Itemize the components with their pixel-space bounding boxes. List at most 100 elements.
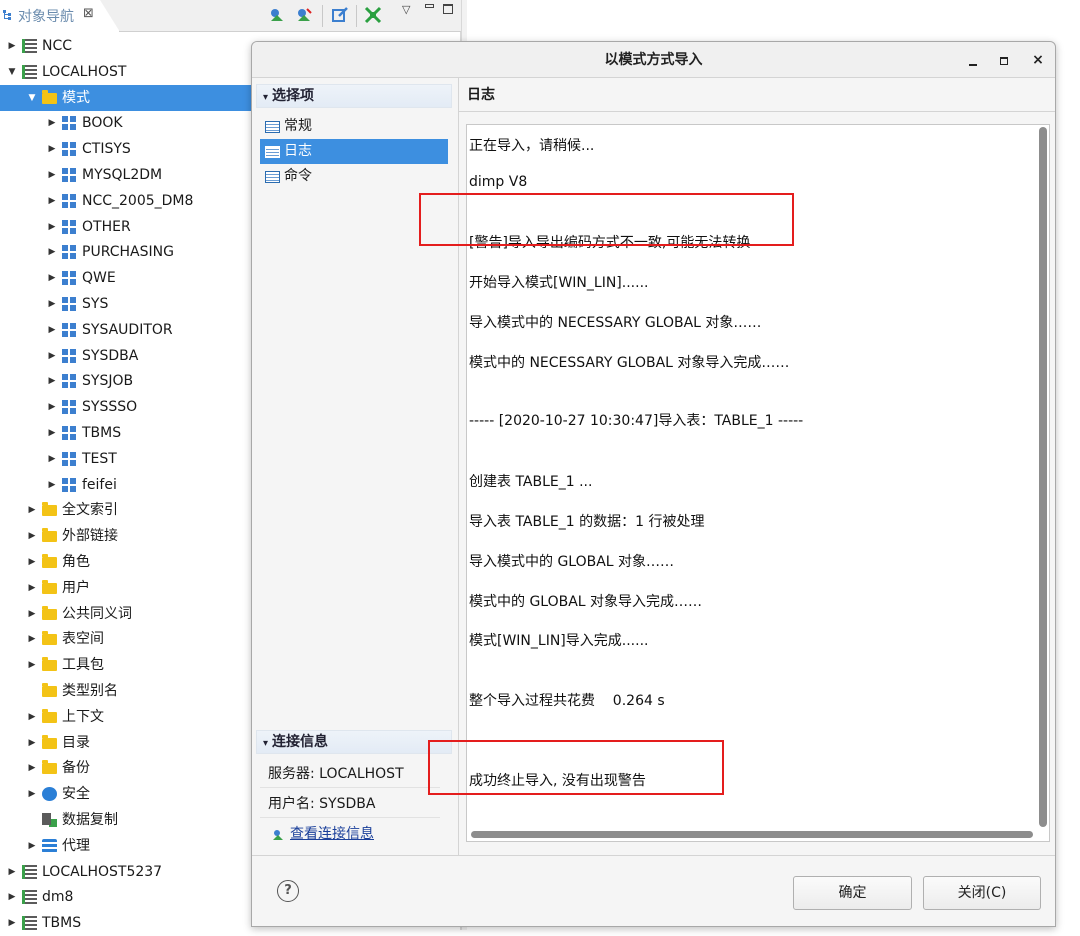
expand-arrow-icon[interactable]: ▶	[26, 781, 38, 807]
expand-arrow-icon[interactable]: ▶	[26, 704, 38, 730]
connection-section-header[interactable]: ▾ 连接信息	[256, 730, 452, 754]
expand-arrow-icon[interactable]: ▶	[46, 343, 58, 369]
log-line: 创建表 TABLE_1 ...	[469, 474, 593, 490]
connection-header-label: 连接信息	[272, 734, 329, 750]
tree-item-label: 备份	[62, 760, 90, 777]
user-info: 用户名: SYSDBA	[260, 790, 440, 818]
help-icon[interactable]: ?	[277, 880, 299, 902]
log-line: 模式中的 GLOBAL 对象导入完成……	[469, 594, 703, 610]
expand-arrow-icon[interactable]: ▶	[6, 910, 18, 936]
toolbar-separator	[356, 5, 357, 27]
close-icon[interactable]: ×	[1030, 52, 1046, 68]
page-icon	[265, 146, 280, 158]
schema-icon	[62, 297, 77, 311]
database-icon	[22, 39, 37, 53]
tree-item-label: PURCHASING	[82, 244, 174, 261]
tab-object-navigator[interactable]: 对象导航 ⊠	[0, 0, 120, 32]
expand-arrow-icon[interactable]: ▶	[46, 291, 58, 317]
vertical-scrollbar[interactable]	[1039, 127, 1047, 827]
expand-arrow-icon[interactable]: ▶	[26, 523, 38, 549]
connection-info-panel: ▾ 连接信息 服务器: LOCALHOST 用户名: SYSDBA 查看连接信息	[256, 730, 452, 855]
ok-button[interactable]: 确定	[793, 876, 912, 910]
maximize-button[interactable]	[997, 52, 1013, 68]
expand-arrow-icon[interactable]: ▶	[26, 833, 38, 859]
schema-icon	[62, 374, 77, 389]
expand-arrow-icon[interactable]: ▶	[26, 652, 38, 678]
expand-arrow-icon[interactable]: ▶	[46, 394, 58, 420]
view-menu-icon[interactable]: ▽	[402, 3, 410, 16]
expand-arrow-icon[interactable]: ▶	[26, 626, 38, 652]
log-line: 开始导入模式[WIN_LIN]......	[469, 275, 649, 291]
tree-item-label: 外部链接	[62, 528, 118, 545]
expand-arrow-icon[interactable]: ▶	[26, 575, 38, 601]
expand-arrow-icon[interactable]: ▶	[46, 239, 58, 265]
stack-icon	[42, 838, 57, 853]
expand-arrow-icon[interactable]: ▶	[46, 420, 58, 446]
schema-icon	[62, 400, 77, 415]
minimize-icon[interactable]	[425, 4, 434, 8]
horizontal-scrollbar[interactable]	[471, 831, 1033, 838]
folder-icon	[42, 708, 57, 723]
expand-arrow-icon[interactable]: ▶	[46, 265, 58, 291]
expand-arrow-icon[interactable]: ▶	[6, 884, 18, 910]
expand-arrow-icon[interactable]: ▶	[46, 317, 58, 343]
expand-arrow-icon[interactable]: ▶	[26, 497, 38, 523]
expand-arrow-icon[interactable]: ▶	[46, 136, 58, 162]
expand-arrow-icon[interactable]: ▶	[46, 214, 58, 240]
minimize-button[interactable]	[966, 52, 982, 68]
folder-icon	[42, 760, 57, 775]
database-icon	[22, 64, 37, 79]
expand-arrow-icon[interactable]: ▶	[26, 730, 38, 756]
log-line: 导入表 TABLE_1 的数据：1 行被处理	[469, 514, 705, 530]
expand-arrow-icon[interactable]: ▶	[6, 859, 18, 885]
expand-all-icon[interactable]	[364, 6, 382, 24]
disconnect-icon[interactable]	[295, 6, 313, 24]
folder-icon	[42, 657, 57, 672]
tree-item-label: 用户	[62, 579, 90, 596]
options-section-header[interactable]: ▾ 选择项	[256, 84, 452, 108]
database-icon	[22, 916, 37, 931]
folder-icon	[42, 579, 57, 594]
shield-icon	[42, 787, 57, 802]
maximize-icon[interactable]	[443, 4, 453, 14]
tree-item-label: 安全	[62, 786, 90, 803]
expand-arrow-icon[interactable]: ▶	[26, 755, 38, 781]
tree-item-label: dm8	[42, 889, 74, 906]
close-button[interactable]: 关闭(C)	[923, 876, 1041, 910]
tree-item-label: SYSJOB	[82, 373, 134, 390]
tab-close-icon[interactable]: ⊠	[83, 6, 94, 21]
connection-icon	[273, 830, 283, 840]
expand-arrow-icon[interactable]: ▶	[26, 601, 38, 627]
tree-item-label: OTHER	[82, 218, 131, 235]
expand-arrow-icon[interactable]: ▶	[46, 162, 58, 188]
view-connection-link[interactable]: 查看连接信息	[290, 826, 374, 842]
log-line: 导入模式中的 NECESSARY GLOBAL 对象……	[469, 315, 762, 331]
edit-icon[interactable]	[331, 6, 349, 24]
collapse-arrow-icon[interactable]: ▼	[26, 85, 38, 111]
expand-arrow-icon[interactable]: ▶	[46, 188, 58, 214]
folder-icon	[42, 605, 57, 620]
folder-icon	[42, 631, 57, 646]
option-item-log[interactable]: 日志	[260, 139, 448, 164]
expand-arrow-icon[interactable]: ▶	[6, 33, 18, 59]
view-connection-link-row: 查看连接信息	[260, 820, 440, 848]
expand-arrow-icon[interactable]: ▶	[46, 110, 58, 136]
tree-item-label: 工具包	[62, 657, 104, 674]
option-item-command[interactable]: 命令	[260, 164, 448, 189]
tree-item-label: SYSSSO	[82, 399, 138, 416]
expand-arrow-icon[interactable]: ▶	[46, 368, 58, 394]
expand-arrow-icon[interactable]: ▶	[46, 446, 58, 472]
tree-item-label: CTISYS	[82, 141, 131, 158]
tree-item[interactable]: ▼ 模式	[0, 84, 253, 111]
expand-arrow-icon[interactable]: ▶	[26, 549, 38, 575]
folder-icon	[42, 683, 57, 697]
expand-arrow-icon[interactable]: ▶	[46, 472, 58, 498]
option-item-general[interactable]: 常规	[260, 114, 448, 139]
dialog-titlebar[interactable]: 以模式方式导入 ×	[252, 42, 1055, 78]
schema-icon	[62, 322, 77, 337]
collapse-arrow-icon[interactable]: ▼	[6, 59, 18, 85]
schema-icon	[62, 116, 77, 131]
tree-item-label: 全文索引	[62, 502, 118, 519]
connect-icon[interactable]	[268, 6, 286, 24]
tree-item-label: NCC	[42, 38, 73, 54]
